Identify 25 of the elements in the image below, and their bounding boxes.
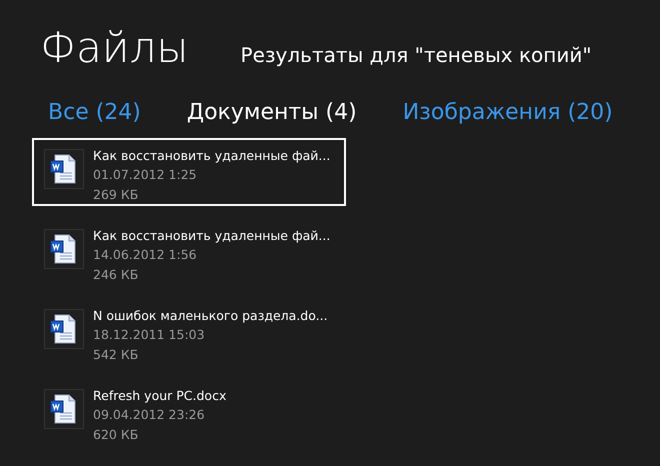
file-size: 246 КБ [93, 266, 140, 284]
file-item[interactable]: N ошибок маленького раздела.do... 18.12.2011 15:03 542 КБ [32, 298, 346, 366]
file-size: 542 КБ [93, 346, 140, 364]
file-size: 269 КБ [93, 186, 140, 204]
file-item[interactable]: Как восстановить удаленные фай... 14.06.2012 1:56 246 КБ [32, 218, 346, 286]
file-name: Как восстановить удаленные фай... [93, 147, 330, 165]
file-date: 09.04.2012 23:26 [93, 406, 206, 424]
file-date: 01.07.2012 1:25 [93, 166, 198, 184]
file-item[interactable]: Refresh your PC.docx 09.04.2012 23:26 620 КБ [32, 378, 346, 446]
filter-tab[interactable]: Все (24) [48, 98, 141, 128]
filter-tab[interactable]: Документы (4) [186, 98, 357, 128]
file-name: N ошибок маленького раздела.do... [93, 307, 328, 325]
file-size: 620 КБ [93, 426, 140, 444]
document-icon [44, 229, 84, 269]
filter-tab[interactable]: Изображения (20) [402, 98, 613, 128]
document-icon [44, 389, 84, 429]
page-title: Файлы [40, 22, 189, 74]
search-results-heading: Результаты для "теневых копий" [240, 43, 592, 67]
file-item[interactable]: Как восстановить удаленные фай... 01.07.2012 1:25 269 КБ [32, 138, 346, 206]
file-date: 14.06.2012 1:56 [93, 246, 198, 264]
document-icon [44, 309, 84, 349]
file-date: 18.12.2011 15:03 [93, 326, 206, 344]
file-name: Refresh your PC.docx [93, 387, 226, 405]
document-icon [44, 149, 84, 189]
file-name: Как восстановить удаленные фай... [93, 227, 330, 245]
